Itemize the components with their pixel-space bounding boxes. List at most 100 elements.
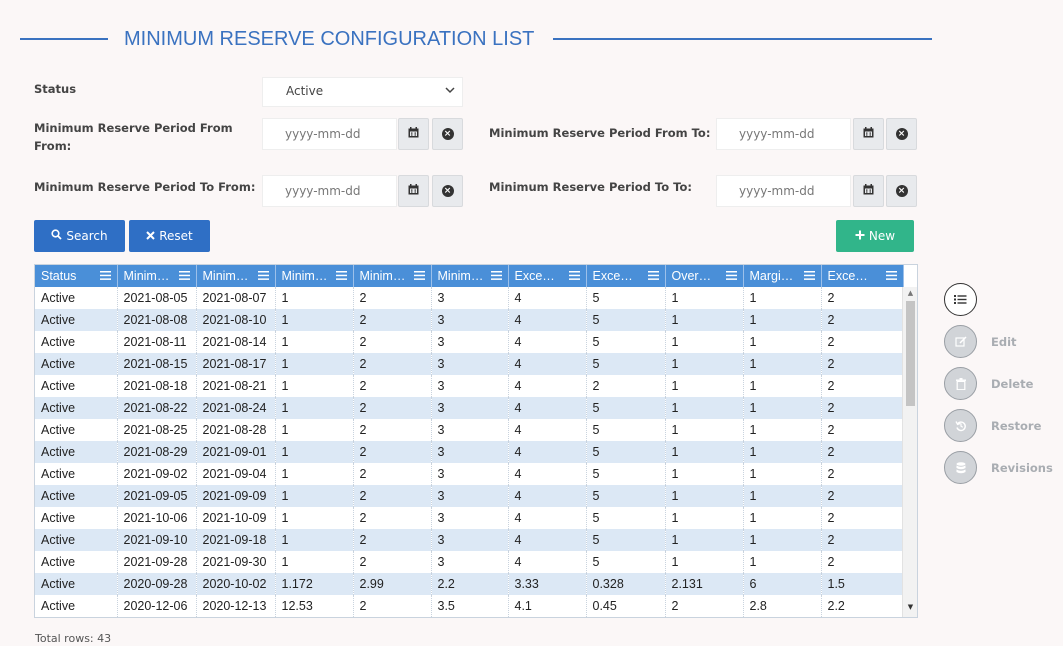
table-cell: 3 [431, 353, 509, 375]
period-from-from-clear-button[interactable]: × [432, 118, 463, 150]
column-header[interactable]: Exce… [586, 265, 666, 287]
period-from-to-clear-button[interactable]: × [886, 118, 917, 150]
period-to-to-clear-button[interactable]: × [886, 175, 917, 207]
column-menu-icon[interactable] [725, 269, 737, 283]
table-cell: 1 [275, 485, 354, 507]
table-cell: 1 [275, 375, 354, 397]
table-cell: Active [35, 485, 118, 507]
new-button[interactable]: New [836, 220, 914, 252]
column-header[interactable]: Minim… [196, 265, 276, 287]
data-grid[interactable]: Status Minim… Minim… Minim… Minim… Minim… Exce… [34, 264, 918, 618]
revisions-action[interactable]: Revisions [944, 451, 1053, 484]
period-to-from-clear-button[interactable]: × [432, 175, 463, 207]
table-cell: 1 [665, 353, 744, 375]
column-header[interactable]: Exce… [821, 265, 904, 287]
table-row[interactable]: Active 2021-09-02 2021-09-04 1 2 3 4 5 1 1 2 [35, 463, 904, 485]
reset-button-label: Reset [159, 229, 193, 243]
restore-action[interactable]: Restore [944, 409, 1041, 442]
column-menu-icon[interactable] [885, 269, 897, 283]
table-cell: 2 [353, 397, 432, 419]
column-menu-icon[interactable] [803, 269, 815, 283]
table-cell: 1 [665, 551, 744, 573]
period-from-from-calendar-button[interactable] [398, 118, 429, 150]
title-line-right [553, 38, 932, 40]
vertical-scrollbar[interactable]: ▲ ▼ [902, 287, 917, 617]
title-line-left [20, 38, 108, 40]
column-menu-icon[interactable] [413, 269, 425, 283]
period-to-from-calendar-button[interactable] [398, 175, 429, 207]
scrollbar-thumb[interactable] [906, 301, 915, 406]
list-icon[interactable] [944, 283, 977, 316]
table-cell: Active [35, 595, 118, 617]
scroll-down-arrow-icon[interactable]: ▼ [903, 603, 917, 615]
table-row[interactable]: Active 2021-08-08 2021-08-10 1 2 3 4 5 1 1 2 [35, 309, 904, 331]
trash-icon[interactable] [944, 367, 977, 400]
list-view-action[interactable] [944, 283, 977, 316]
table-cell: 2021-09-05 [117, 485, 197, 507]
column-header[interactable]: Minim… [117, 265, 197, 287]
edit-label: Edit [991, 334, 1017, 349]
table-row[interactable]: Active 2021-08-29 2021-09-01 1 2 3 4 5 1 1 2 [35, 441, 904, 463]
period-from-to-calendar-button[interactable] [853, 118, 884, 150]
table-row[interactable]: Active 2021-08-22 2021-08-24 1 2 3 4 5 1 1 2 [35, 397, 904, 419]
column-header[interactable]: Minim… [275, 265, 354, 287]
column-menu-icon[interactable] [568, 269, 580, 283]
table-row[interactable]: Active 2020-09-28 2020-10-02 1.172 2.99 2.2 3.… [35, 573, 904, 595]
calendar-icon [408, 184, 419, 198]
table-cell: 5 [586, 331, 666, 353]
column-menu-icon[interactable] [178, 269, 190, 283]
table-row[interactable]: Active 2021-09-10 2021-09-18 1 2 3 4 5 1 1 2 [35, 529, 904, 551]
edit-action[interactable]: Edit [944, 325, 1017, 358]
table-cell: 1 [275, 353, 354, 375]
table-row[interactable]: Active 2021-09-28 2021-09-30 1 2 3 4 5 1 1 2 [35, 551, 904, 573]
table-cell: 1 [665, 507, 744, 529]
reset-button[interactable]: Reset [129, 220, 210, 252]
table-cell: 2 [353, 419, 432, 441]
table-row[interactable]: Active 2021-08-15 2021-08-17 1 2 3 4 5 1 1 2 [35, 353, 904, 375]
column-header[interactable]: Status [35, 265, 118, 287]
delete-action[interactable]: Delete [944, 367, 1033, 400]
table-row[interactable]: Active 2020-12-06 2020-12-13 12.53 2 3.5 4.1 0.… [35, 595, 904, 617]
period-to-to-calendar-button[interactable] [853, 175, 884, 207]
edit-icon[interactable] [944, 325, 977, 358]
period-from-to-input[interactable]: yyyy-mm-dd [716, 118, 851, 150]
table-cell: 5 [586, 441, 666, 463]
column-menu-icon[interactable] [335, 269, 347, 283]
search-button[interactable]: Search [34, 220, 125, 252]
table-cell: 2 [353, 287, 432, 309]
period-to-to-input[interactable]: yyyy-mm-dd [716, 175, 851, 207]
column-header[interactable]: Margi… [743, 265, 822, 287]
table-cell: 0.328 [586, 573, 666, 595]
table-row[interactable]: Active 2021-08-25 2021-08-28 1 2 3 4 5 1 1 2 [35, 419, 904, 441]
column-header[interactable]: Minim… [353, 265, 432, 287]
table-row[interactable]: Active 2021-09-05 2021-09-09 1 2 3 4 5 1 1 2 [35, 485, 904, 507]
table-row[interactable]: Active 2021-10-06 2021-10-09 1 2 3 4 5 1 1 2 [35, 507, 904, 529]
table-row[interactable]: Active 2021-08-05 2021-08-07 1 2 3 4 5 1 1 2 [35, 287, 904, 309]
column-header[interactable]: Exce… [508, 265, 587, 287]
table-row[interactable]: Active 2021-08-11 2021-08-14 1 2 3 4 5 1 1 2 [35, 331, 904, 353]
status-select[interactable]: Active [262, 77, 463, 107]
database-icon[interactable] [944, 451, 977, 484]
column-menu-icon[interactable] [99, 269, 111, 283]
period-to-from-input[interactable]: yyyy-mm-dd [262, 175, 397, 207]
restore-icon[interactable] [944, 409, 977, 442]
calendar-icon [863, 184, 874, 198]
column-header-label: Over… [671, 269, 712, 283]
table-cell: 2 [821, 419, 904, 441]
period-from-to-label: Minimum Reserve Period From To: [489, 126, 711, 140]
period-from-from-input[interactable]: yyyy-mm-dd [262, 118, 397, 150]
table-cell: 5 [586, 419, 666, 441]
table-cell: Active [35, 353, 118, 375]
column-header[interactable]: Over… [665, 265, 744, 287]
column-menu-icon[interactable] [257, 269, 269, 283]
scroll-up-arrow-icon[interactable]: ▲ [903, 289, 917, 301]
table-cell: 1 [743, 353, 822, 375]
table-cell: 1 [665, 287, 744, 309]
table-row[interactable]: Active 2021-08-18 2021-08-21 1 2 3 4 2 1 1 2 [35, 375, 904, 397]
column-header[interactable]: Minim… [431, 265, 509, 287]
column-menu-icon[interactable] [647, 269, 659, 283]
table-cell: 1 [275, 441, 354, 463]
table-cell: 2021-08-10 [196, 309, 276, 331]
column-menu-icon[interactable] [490, 269, 502, 283]
page-title: MINIMUM RESERVE CONFIGURATION LIST [124, 28, 535, 50]
